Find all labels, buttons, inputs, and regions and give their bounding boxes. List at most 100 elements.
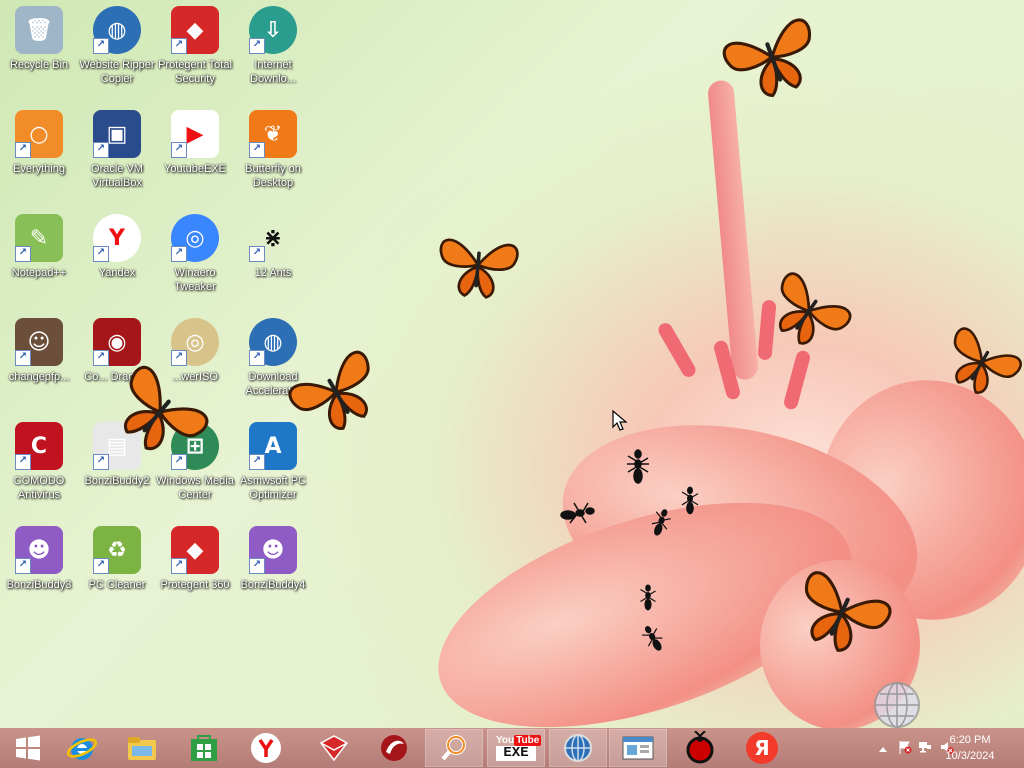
ant-icon: [642, 626, 663, 651]
shortcut-arrow-icon: ↗: [15, 558, 31, 574]
taskbar-website-ripper[interactable]: [549, 729, 607, 767]
butterfly-icon: [804, 571, 892, 652]
taskbar-protegent[interactable]: [306, 730, 362, 766]
desktop-icon-everything[interactable]: ○ ↗ Everything: [0, 104, 78, 200]
taskbar-youtubeexe[interactable]: You Tube EXE: [487, 729, 545, 767]
shortcut-arrow-icon: ↗: [171, 246, 187, 262]
desktop-icon-protegent-total-security[interactable]: ◆ ↗ Protegent Total Security: [156, 0, 234, 96]
windows-logo-icon: [16, 735, 40, 761]
shortcut-arrow-icon: ↗: [171, 38, 187, 54]
shortcut-arrow-icon: ↗: [93, 454, 109, 470]
taskbar-yandex[interactable]: [238, 730, 294, 766]
desktop-icon-youtubeexe[interactable]: ▶ ↗ YoutubeEXE: [156, 104, 234, 200]
desktop-icon-label: Yandex: [98, 267, 136, 279]
desktop-icon-label: BonziBuddy3: [6, 579, 72, 591]
disc-icon: ◎ ↗: [171, 318, 219, 366]
folder-icon: [128, 737, 156, 760]
desktop-icon-comodo-antivirus[interactable]: C ↗ COMODO Antivirus: [0, 416, 78, 512]
shortcut-arrow-icon: ↗: [15, 246, 31, 262]
desktop-icon-pc-cleaner[interactable]: ♻ ↗ PC Cleaner: [78, 520, 156, 616]
taskbar-window[interactable]: [609, 729, 667, 767]
comodo-icon: C ↗: [15, 422, 63, 470]
desktop-icon-bonzibuddy4[interactable]: ☻ ↗ BonziBuddy4: [234, 520, 312, 616]
recycle-icon: ♻ ↗: [93, 526, 141, 574]
desktop-icon-notepad-plus-plus[interactable]: ✎ ↗ Notepad++: [0, 208, 78, 304]
taskbar-yandex-browser[interactable]: Я: [734, 730, 790, 766]
ant-icon: [627, 449, 649, 484]
taskbar-clock[interactable]: 6:20 PM 10/3/2024: [940, 732, 1000, 764]
magnifier-icon: [441, 735, 466, 761]
desktop-icon-12-ants[interactable]: ⋇ ↗ 12 Ants: [234, 208, 312, 304]
shortcut-arrow-icon: ↗: [93, 142, 109, 158]
butterfly-icon: ❦ ↗: [249, 110, 297, 158]
desktop-icon-internet-download[interactable]: ⇩ ↗ Internet Downlo...: [234, 0, 312, 96]
desktop-icon-website-ripper-copier[interactable]: ◍ ↗ Website Ripper Copier: [78, 0, 156, 96]
desktop-icon-label: BonziBuddy4: [240, 579, 306, 591]
shortcut-arrow-icon: ↗: [249, 246, 265, 262]
desktop-icon-label: changepfp...: [8, 371, 70, 383]
desktop-icon-label: PC Cleaner: [88, 579, 146, 591]
yandex-letter-icon: Я: [746, 732, 778, 764]
system-tray: 6:20 PM 10/3/2024: [844, 728, 1024, 768]
desktop-icon-label: Website Ripper Copier: [79, 59, 155, 85]
desktop-icon-bonzibuddy3[interactable]: ☻ ↗ BonziBuddy3: [0, 520, 78, 616]
mouse-cursor-icon: [612, 410, 628, 431]
butterfly-icon: [722, 18, 811, 98]
desktop-icon-label: Internet Downlo...: [250, 59, 296, 85]
butterfly-icon: [288, 350, 370, 430]
ant-icon: [681, 486, 699, 515]
taskbar-store[interactable]: [176, 730, 232, 766]
shortcut-arrow-icon: ↗: [249, 350, 265, 366]
person-icon: ☺ ↗: [15, 318, 63, 366]
window-icon: [622, 736, 654, 760]
desktop-icon-label: Windows Media Center: [156, 475, 234, 501]
network-icon[interactable]: [918, 740, 932, 754]
desktop-icon-oracle-vm-virtualbox[interactable]: ▣ ↗ Oracle VM VirtualBox: [78, 104, 156, 200]
desktop-icon-yandex[interactable]: Y ↗ Yandex: [78, 208, 156, 304]
swirl-icon: ◎ ↗: [171, 214, 219, 262]
shortcut-arrow-icon: ↗: [171, 142, 187, 158]
desktop-icon-recycle-bin[interactable]: 🗑 Recycle Bin: [0, 0, 78, 96]
butterfly-icon: [123, 365, 209, 451]
butterfly-icon: [779, 272, 852, 345]
desktop-icon-label: 12 Ants: [254, 267, 292, 279]
ant-icon: [560, 502, 595, 524]
desktop-icon-butterfly-on-desktop[interactable]: ❦ ↗ Butterfly on Desktop: [234, 104, 312, 200]
recycle-bin-icon: 🗑: [15, 6, 63, 54]
shortcut-arrow-icon: ↗: [93, 558, 109, 574]
taskbar-ants[interactable]: [672, 730, 728, 766]
shield-icon: ◆ ↗: [171, 526, 219, 574]
taskbar-comodo-dragon[interactable]: [366, 730, 422, 766]
shortcut-arrow-icon: ↗: [249, 558, 265, 574]
show-hidden-icons-chevron-icon[interactable]: [876, 742, 890, 756]
desktop-icon-label: Butterfly on Desktop: [245, 163, 301, 189]
shortcut-arrow-icon: ↗: [93, 350, 109, 366]
shortcut-arrow-icon: ↗: [249, 38, 265, 54]
shortcut-arrow-icon: ↗: [249, 454, 265, 470]
desktop-icon-label: BonziBuddy2: [84, 475, 150, 487]
desktop-icon-label: COMODO Antivirus: [13, 475, 65, 501]
ant-icon: [651, 509, 671, 536]
start-button[interactable]: [0, 730, 56, 766]
desktop-icon-changepfp[interactable]: ☺ ↗ changepfp...: [0, 312, 78, 408]
dragon-icon: ◉ ↗: [93, 318, 141, 366]
shortcut-arrow-icon: ↗: [93, 38, 109, 54]
desktop-icon-protegent-360[interactable]: ◆ ↗ Protegent 360: [156, 520, 234, 616]
ant-icon: [640, 584, 656, 611]
taskbar-file-explorer[interactable]: [114, 730, 170, 766]
ant-icon: [686, 731, 714, 764]
shortcut-arrow-icon: ↗: [15, 350, 31, 366]
youtube-icon: ▶ ↗: [171, 110, 219, 158]
purple-gorilla-icon: ☻ ↗: [249, 526, 297, 574]
globe-icon: [564, 734, 592, 762]
shield-icon: [319, 735, 349, 762]
desktop-icon-label: Oracle VM VirtualBox: [91, 163, 143, 189]
action-center-flag-icon[interactable]: [898, 740, 912, 754]
dragon-icon: [381, 735, 407, 761]
taskbar-everything[interactable]: [425, 729, 483, 767]
desktop-icon-winaero-tweaker[interactable]: ◎ ↗ Winaero Tweaker: [156, 208, 234, 304]
taskbar-internet-explorer[interactable]: [54, 730, 110, 766]
taskbar: You Tube EXE Я 6:20 PM 10/3/2024: [0, 728, 1024, 768]
desktop-icon-label: Recycle Bin: [9, 59, 69, 71]
shortcut-arrow-icon: ↗: [93, 246, 109, 262]
